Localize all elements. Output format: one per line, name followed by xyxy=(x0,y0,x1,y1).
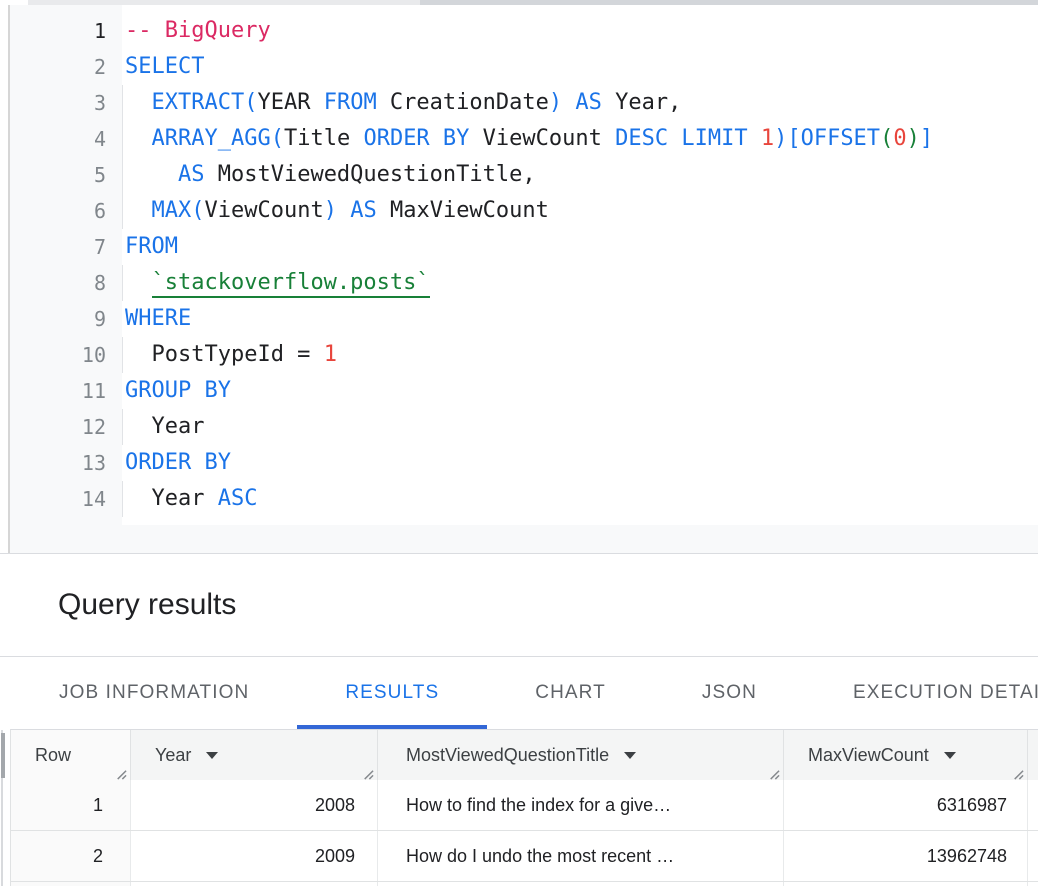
table-row: 12008How to find the index for a give…63… xyxy=(10,780,1038,831)
line-number: 8 xyxy=(10,265,122,301)
cell-filler xyxy=(1028,882,1038,886)
tab-results[interactable]: RESULTS xyxy=(297,657,487,729)
table-row: 22009How do I undo the most recent …1396… xyxy=(10,831,1038,882)
indent-guide xyxy=(122,337,123,373)
tab-chart[interactable]: CHART xyxy=(487,657,654,729)
cell-title xyxy=(378,882,784,886)
column-header-row: Row xyxy=(11,730,131,780)
column-label-year: Year xyxy=(155,745,191,766)
table-body: 12008How to find the index for a give…63… xyxy=(10,780,1038,886)
sort-dropdown-icon[interactable] xyxy=(944,752,956,759)
column-label-row: Row xyxy=(35,745,71,766)
bigquery-query-screen: 1234567891011121314 -- BigQuerySELECT EX… xyxy=(0,0,1038,886)
line-number: 6 xyxy=(10,193,122,229)
cell-year: 2009 xyxy=(131,831,378,881)
cell-year xyxy=(131,882,378,886)
column-label-max: MaxViewCount xyxy=(808,745,929,766)
code-line: MAX(ViewCount) AS MaxViewCount xyxy=(122,193,1038,229)
cell-max: 13962748 xyxy=(784,831,1028,881)
code-line: AS MostViewedQuestionTitle, xyxy=(122,157,1038,193)
line-number: 12 xyxy=(10,409,122,445)
indent-guide xyxy=(122,85,123,121)
column-resize-grip-icon[interactable] xyxy=(361,764,374,777)
line-number: 5 xyxy=(10,157,122,193)
cell-max xyxy=(784,882,1028,886)
cell-filler xyxy=(1028,780,1038,830)
indent-guide xyxy=(122,481,123,517)
cell-year: 2008 xyxy=(131,780,378,830)
cell-title: How to find the index for a give… xyxy=(378,780,784,830)
code-line: Year ASC xyxy=(122,481,1038,517)
line-number: 2 xyxy=(10,49,122,85)
editor-gutter: 1234567891011121314 xyxy=(10,5,122,553)
indent-guide xyxy=(122,157,123,193)
cell-title: How do I undo the most recent … xyxy=(378,831,784,881)
tab-json[interactable]: JSON xyxy=(654,657,805,729)
indent-guide xyxy=(122,121,123,157)
code-line: PostTypeId = 1 xyxy=(122,337,1038,373)
results-tabs: JOB INFORMATIONRESULTSCHARTJSONEXECUTION… xyxy=(0,657,1038,729)
indent-guide xyxy=(122,193,123,229)
tab-execution-details[interactable]: EXECUTION DETAILS xyxy=(805,657,1038,729)
query-results-header: Query results xyxy=(0,554,1038,656)
code-line: ARRAY_AGG(Title ORDER BY ViewCount DESC … xyxy=(122,121,1038,157)
cell-row: 2 xyxy=(11,831,131,881)
code-line: Year xyxy=(122,409,1038,445)
table-row xyxy=(10,882,1038,886)
code-line: ORDER BY xyxy=(122,445,1038,481)
code-line: SELECT xyxy=(122,49,1038,85)
column-header-year[interactable]: Year xyxy=(131,730,378,780)
column-header-filler xyxy=(1028,730,1038,780)
line-number: 13 xyxy=(10,445,122,481)
column-resize-grip-icon[interactable] xyxy=(767,764,780,777)
column-resize-grip-icon[interactable] xyxy=(1011,764,1024,777)
cell-max: 6316987 xyxy=(784,780,1028,830)
column-label-title: MostViewedQuestionTitle xyxy=(406,745,609,766)
cell-filler xyxy=(1028,831,1038,881)
column-resize-grip-icon[interactable] xyxy=(114,764,127,777)
sort-dropdown-icon[interactable] xyxy=(624,752,636,759)
vertical-scrollbar-thumb[interactable] xyxy=(1,733,5,778)
code-line: EXTRACT(YEAR FROM CreationDate) AS Year, xyxy=(122,85,1038,121)
sql-editor[interactable]: 1234567891011121314 -- BigQuerySELECT EX… xyxy=(8,5,1038,553)
sort-dropdown-icon[interactable] xyxy=(206,752,218,759)
column-header-title[interactable]: MostViewedQuestionTitle xyxy=(378,730,784,780)
code-line: WHERE xyxy=(122,301,1038,337)
cell-row xyxy=(11,882,131,886)
line-number: 7 xyxy=(10,229,122,265)
editor-code-column[interactable]: -- BigQuerySELECT EXTRACT(YEAR FROM Crea… xyxy=(122,5,1038,553)
line-number: 9 xyxy=(10,301,122,337)
code-line: `stackoverflow.posts` xyxy=(122,265,1038,301)
line-number: 14 xyxy=(10,481,122,517)
editor-code[interactable]: -- BigQuerySELECT EXTRACT(YEAR FROM Crea… xyxy=(122,5,1038,525)
results-table: Row Year MostViewedQuestionTitle MaxViewCou… xyxy=(10,729,1038,886)
table-header-row: Row Year MostViewedQuestionTitle MaxViewCou… xyxy=(10,729,1038,780)
line-number: 3 xyxy=(10,85,122,121)
code-line: FROM xyxy=(122,229,1038,265)
indent-guide xyxy=(122,409,123,445)
line-number: 1 xyxy=(10,13,122,49)
code-line: -- BigQuery xyxy=(122,13,1038,49)
code-line: GROUP BY xyxy=(122,373,1038,409)
tab-job-information[interactable]: JOB INFORMATION xyxy=(11,657,297,729)
page-title: Query results xyxy=(0,588,236,622)
cell-row: 1 xyxy=(11,780,131,830)
line-number: 4 xyxy=(10,121,122,157)
column-header-max[interactable]: MaxViewCount xyxy=(784,730,1028,780)
line-number: 11 xyxy=(10,373,122,409)
line-number: 10 xyxy=(10,337,122,373)
indent-guide xyxy=(122,265,123,301)
